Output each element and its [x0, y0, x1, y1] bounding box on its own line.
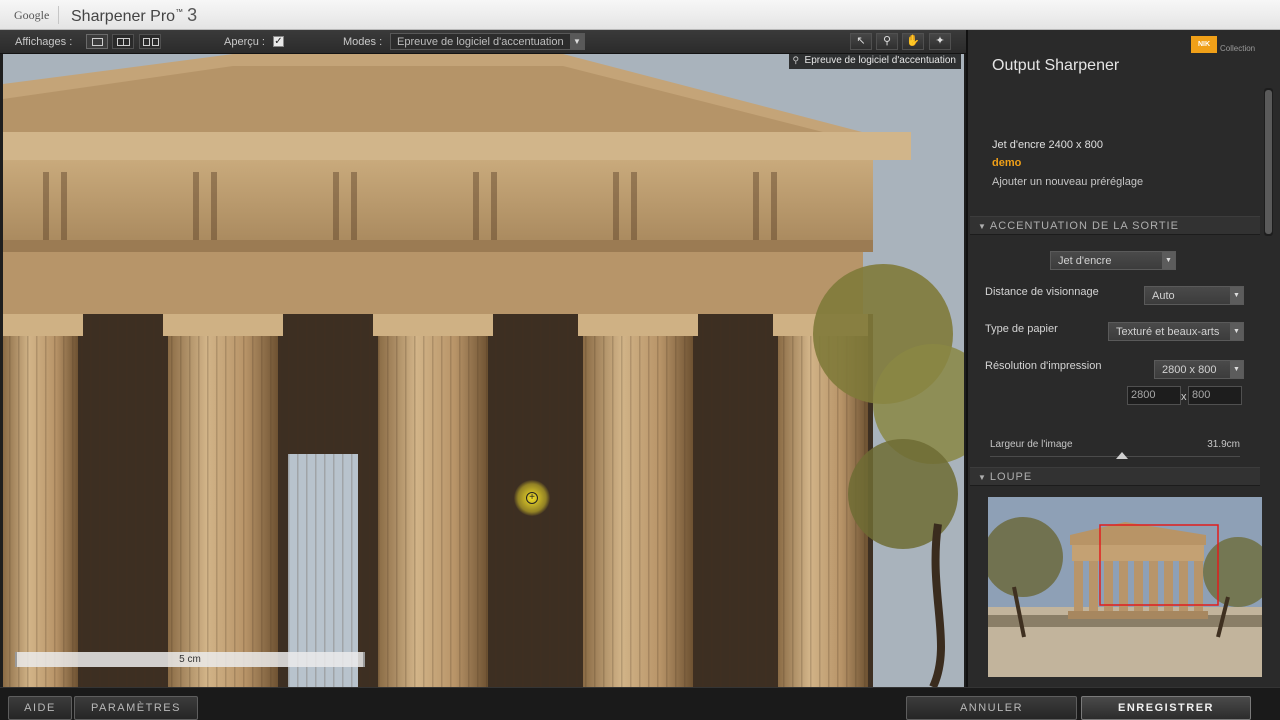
pin-icon: ✦ — [935, 35, 945, 47]
title-separator — [58, 6, 59, 24]
printer-type-dropdown[interactable]: Jet d'encre ▼ — [1050, 251, 1176, 270]
zoom-cursor-icon: + — [526, 492, 538, 504]
loupe-thumbnail — [988, 497, 1262, 677]
panel-title: Output Sharpener — [992, 57, 1120, 74]
app-version: 3 — [187, 5, 198, 25]
collapse-triangle-icon: ▼ — [978, 473, 987, 482]
image-width-label: Largeur de l'image — [990, 439, 1073, 450]
app-name: Sharpener Pro — [71, 8, 176, 25]
hand-icon: ✋ — [906, 35, 920, 47]
paper-type-value: Texturé et beaux-arts — [1116, 326, 1220, 338]
settings-panel: NIK Collection Output Sharpener Jet d'en… — [966, 30, 1280, 687]
zoom-icon: ⚲ — [882, 35, 892, 47]
loupe-title: LOUPE — [989, 471, 1033, 483]
modes-label: Modes : — [343, 36, 383, 48]
chevron-down-icon: ▼ — [1162, 252, 1175, 269]
title-bar: Google Sharpener Pro™ 3 — [0, 0, 1280, 30]
paper-type-label: Type de papier — [985, 323, 1058, 335]
printer-type-value: Jet d'encre — [1058, 255, 1112, 267]
print-resolution-dropdown[interactable]: 2800 x 800 ▼ — [1154, 360, 1244, 379]
output-sharpening-header[interactable]: ▼ ACCENTUATION DE LA SORTIE — [970, 216, 1260, 235]
loupe-navigator[interactable] — [988, 497, 1262, 677]
section-title: ACCENTUATION DE LA SORTIE — [989, 220, 1179, 232]
print-resolution-label: Résolution d'impression — [985, 360, 1102, 372]
preview-checkbox[interactable]: ✓ — [273, 36, 284, 47]
app-window: Google Sharpener Pro™ 3 Affichages : Aper… — [0, 0, 1280, 720]
chevron-down-icon: ▼ — [1230, 323, 1243, 340]
collapse-triangle-icon: ▼ — [978, 222, 987, 231]
chevron-down-icon: ▼ — [1230, 361, 1243, 378]
trademark: ™ — [175, 7, 184, 17]
preview-label: Aperçu : — [224, 36, 265, 48]
slider-thumb[interactable] — [1116, 452, 1128, 459]
paper-type-dropdown[interactable]: Texturé et beaux-arts ▼ — [1108, 322, 1244, 341]
modes-value: Epreuve de logiciel d'accentuation — [397, 36, 564, 48]
scale-ruler: 5 cm — [15, 644, 365, 682]
preview-toolbar: Affichages : Aperçu : ✓ Modes : Epreuve … — [0, 30, 966, 54]
preset-item[interactable]: Jet d'encre 2400 x 800 — [992, 139, 1103, 151]
google-brand: Google — [14, 8, 50, 22]
bottom-bar: AIDE PARAMÈTRES ANNULER ENREGISTRER — [0, 687, 1280, 720]
image-preview[interactable]: ⚲ Epreuve de logiciel d'accentuation 5 cm… — [3, 54, 964, 687]
temple-photo — [3, 54, 964, 687]
cancel-button[interactable]: ANNULER — [906, 696, 1077, 720]
add-preset-link[interactable]: Ajouter un nouveau préréglage — [992, 176, 1143, 188]
nik-logo: NIK — [1191, 36, 1217, 53]
pointer-icon: ↖ — [856, 35, 866, 47]
image-width-row: Largeur de l'image 31.9cm — [990, 439, 1240, 450]
views-label: Affichages : — [15, 36, 73, 48]
chevron-down-icon: ▼ — [570, 34, 584, 49]
modes-dropdown[interactable]: Epreuve de logiciel d'accentuation ▼ — [390, 33, 585, 50]
print-resolution-value: 2800 x 800 — [1162, 364, 1217, 376]
zoom-tool-button[interactable]: ⚲ — [876, 33, 898, 50]
app-title: Sharpener Pro™ 3 — [71, 5, 197, 26]
ruler-label: 5 cm — [179, 654, 201, 665]
overlay-mode-tag: ⚲ Epreuve de logiciel d'accentuation — [788, 54, 961, 69]
pointer-tool-button[interactable]: ↖ — [850, 33, 872, 50]
viewing-distance-value: Auto — [1152, 290, 1175, 302]
scrollbar-thumb[interactable] — [1265, 90, 1272, 234]
hand-tool-button[interactable]: ✋ — [902, 33, 924, 50]
image-width-value: 31.9cm — [1207, 439, 1240, 450]
resolution-x-input[interactable]: 2800 — [1127, 386, 1181, 405]
pin-tool-button[interactable]: ✦ — [929, 33, 951, 50]
chevron-down-icon: ▼ — [1230, 287, 1243, 304]
split-view-button[interactable] — [112, 34, 134, 49]
save-button[interactable]: ENREGISTRER — [1081, 696, 1251, 720]
resolution-separator: x — [1181, 391, 1187, 403]
preset-item-active[interactable]: demo — [992, 157, 1021, 169]
nik-collection-label: Collection — [1220, 44, 1256, 53]
cursor-highlight: + — [514, 480, 550, 516]
overlay-mode-text: Epreuve de logiciel d'accentuation — [804, 55, 956, 66]
side-by-side-view-button[interactable] — [139, 34, 161, 49]
viewing-distance-dropdown[interactable]: Auto ▼ — [1144, 286, 1244, 305]
image-width-slider[interactable] — [990, 452, 1240, 459]
viewing-distance-label: Distance de visionnage — [985, 286, 1099, 298]
help-button[interactable]: AIDE — [8, 696, 72, 720]
resolution-y-input[interactable]: 800 — [1188, 386, 1242, 405]
single-view-button[interactable] — [86, 34, 108, 49]
loupe-header[interactable]: ▼ LOUPE — [970, 467, 1260, 486]
settings-button[interactable]: PARAMÈTRES — [74, 696, 198, 720]
panel-scrollbar[interactable] — [1264, 88, 1273, 236]
magnifier-icon: ⚲ — [792, 55, 800, 65]
